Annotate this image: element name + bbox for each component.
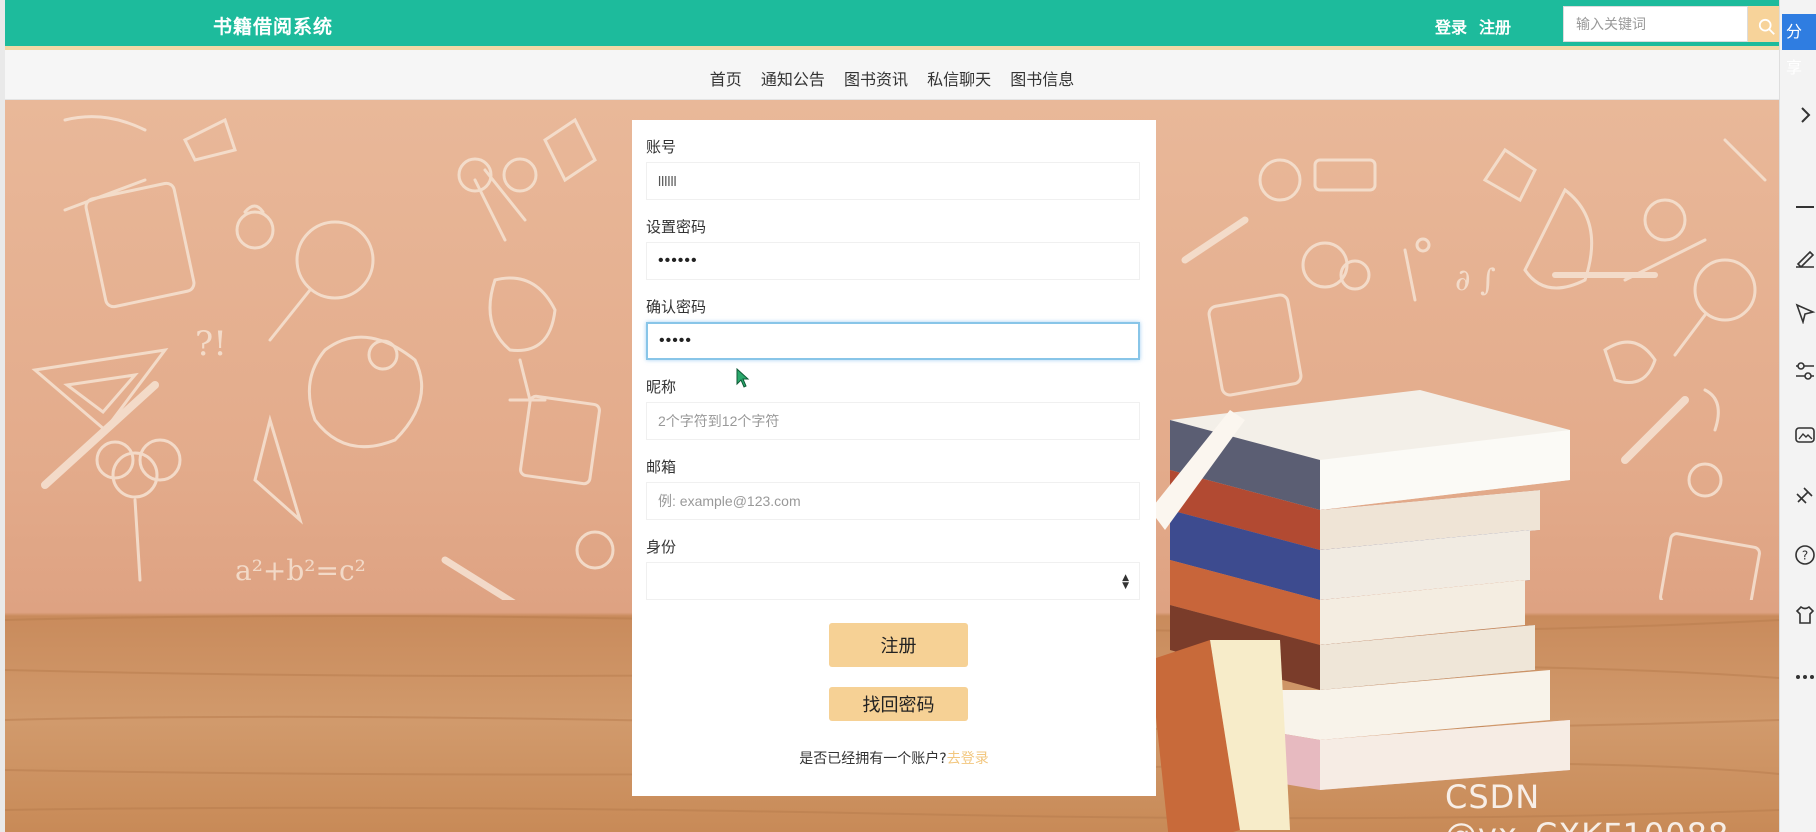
sliders-icon[interactable] — [1794, 360, 1816, 382]
minus-icon[interactable] — [1794, 196, 1816, 218]
nav-item-notices[interactable]: 通知公告 — [761, 66, 825, 90]
login-link[interactable]: 登录 — [1435, 14, 1467, 38]
search-button[interactable] — [1748, 6, 1779, 42]
email-label: 邮箱 — [646, 458, 677, 476]
help-icon[interactable]: ? — [1794, 544, 1816, 566]
nav-item-book-news[interactable]: 图书资讯 — [844, 66, 908, 90]
chevron-right-icon[interactable] — [1794, 104, 1816, 126]
email-input[interactable] — [646, 482, 1140, 520]
site-title: 书籍借阅系统 — [213, 16, 334, 38]
register-button[interactable]: 注册 — [829, 623, 968, 667]
tools-icon[interactable] — [1794, 484, 1816, 506]
nav-items: 首页 通知公告 图书资讯 私信聊天 图书信息 — [5, 66, 1779, 90]
svg-text:∂ ∫: ∂ ∫ — [1455, 263, 1496, 298]
mouse-cursor-icon — [736, 368, 750, 388]
shirt-icon[interactable] — [1794, 604, 1816, 626]
search-box — [1563, 6, 1779, 42]
role-label: 身份 — [646, 538, 677, 556]
svg-text:?: ? — [1802, 549, 1808, 563]
share-button[interactable]: 分享 — [1782, 14, 1816, 77]
confirm-password-input[interactable] — [646, 322, 1140, 360]
nickname-label: 昵称 — [646, 378, 677, 396]
login-prompt: 是否已经拥有一个账户?去登录 — [632, 748, 1156, 768]
top-header: 书籍借阅系统 登录 注册 — [5, 0, 1779, 50]
page: 书籍借阅系统 登录 注册 首页 通知公告 图书资讯 私信聊天 图书信息 — [5, 0, 1779, 832]
main-nav: 首页 通知公告 图书资讯 私信聊天 图书信息 — [5, 50, 1779, 100]
nickname-input[interactable] — [646, 402, 1140, 440]
nav-item-private-chat[interactable]: 私信聊天 — [927, 66, 991, 90]
more-icon[interactable] — [1794, 666, 1816, 688]
go-login-link[interactable]: 去登录 — [947, 751, 989, 767]
pointer-icon[interactable] — [1794, 302, 1816, 324]
recover-password-button[interactable]: 找回密码 — [829, 687, 968, 721]
password-input[interactable] — [646, 242, 1140, 280]
confirm-password-label: 确认密码 — [646, 298, 707, 316]
role-select[interactable]: ▲ ▼ — [646, 562, 1140, 600]
register-form: 账号 设置密码 确认密码 昵称 邮箱 身份 ▲▼ 注册 找回密码 是否已经拥有一… — [632, 120, 1156, 796]
account-input[interactable] — [646, 162, 1140, 200]
book-stack-illustration — [1150, 390, 1570, 832]
image-icon[interactable] — [1794, 424, 1816, 446]
svg-text:?!: ?! — [195, 324, 227, 364]
search-icon — [1758, 18, 1775, 35]
select-arrows-icon: ▲ ▼ — [1122, 573, 1129, 591]
register-link[interactable]: 注册 — [1479, 14, 1511, 38]
search-input[interactable] — [1563, 6, 1748, 42]
nav-item-home[interactable]: 首页 — [710, 66, 742, 90]
watermark: CSDN @vx_CXKF10088 — [1445, 778, 1728, 832]
has-account-text: 是否已经拥有一个账户? — [799, 751, 947, 767]
pen-icon[interactable] — [1794, 246, 1816, 268]
nav-item-book-info[interactable]: 图书信息 — [1010, 66, 1074, 90]
password-label: 设置密码 — [646, 218, 707, 236]
account-label: 账号 — [646, 138, 677, 156]
